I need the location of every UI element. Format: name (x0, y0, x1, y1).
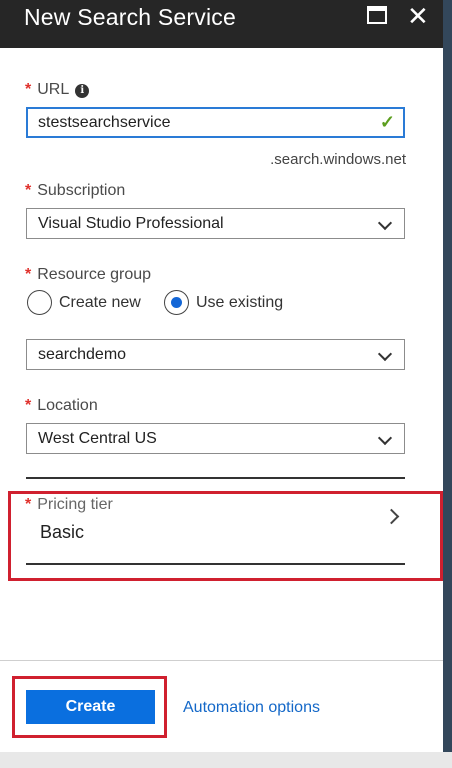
checkmark-icon: ✓ (379, 112, 395, 132)
chevron-down-icon (377, 346, 393, 362)
required-marker: * (25, 496, 32, 513)
close-icon[interactable]: ✕ (407, 0, 429, 32)
pricing-tier-value[interactable]: Basic (40, 522, 84, 543)
create-button[interactable]: Create (26, 690, 155, 724)
location-label: * Location (25, 397, 98, 414)
maximize-icon[interactable] (367, 6, 387, 24)
footer-divider (0, 660, 443, 661)
status-strip (0, 752, 452, 768)
chevron-down-icon (377, 430, 393, 446)
blade-title: New Search Service (24, 4, 236, 30)
blade-header: New Search Service ✕ (0, 0, 443, 48)
required-marker: * (25, 81, 32, 98)
radio-create-new[interactable]: Create new (27, 290, 141, 315)
required-marker: * (25, 397, 32, 414)
required-marker: * (25, 266, 32, 283)
radio-use-existing[interactable]: Use existing (164, 290, 283, 315)
url-label: * URL i (25, 81, 90, 99)
scrollbar-track (443, 0, 452, 752)
radio-circle-selected[interactable] (164, 290, 189, 315)
url-input[interactable]: stestsearchservice ✓ (26, 107, 405, 138)
subscription-dropdown[interactable]: Visual Studio Professional (26, 208, 405, 239)
divider (26, 563, 405, 565)
pricing-tier-label: * Pricing tier (25, 496, 113, 513)
resource-group-dropdown[interactable]: searchdemo (26, 339, 405, 370)
divider (26, 477, 405, 479)
url-suffix: .search.windows.net (270, 151, 406, 168)
chevron-down-icon (377, 215, 393, 231)
required-marker: * (25, 182, 32, 199)
resource-group-label: * Resource group (25, 266, 152, 283)
automation-options-link[interactable]: Automation options (183, 699, 320, 717)
subscription-label: * Subscription (25, 182, 126, 199)
info-icon[interactable]: i (75, 84, 90, 98)
location-dropdown[interactable]: West Central US (26, 423, 405, 454)
radio-circle[interactable] (27, 290, 52, 315)
